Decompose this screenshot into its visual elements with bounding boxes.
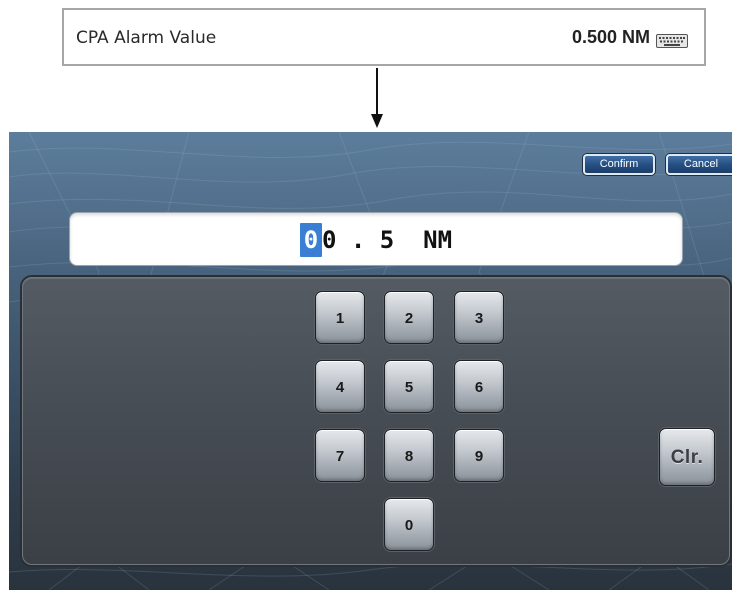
key-5[interactable]: 5 — [384, 360, 434, 413]
value-display: 00 . 5 NM — [69, 212, 683, 266]
key-4[interactable]: 4 — [315, 360, 365, 413]
confirm-button[interactable]: Confirm — [583, 154, 655, 175]
cancel-button[interactable]: Cancel — [666, 154, 732, 175]
cursor-digit[interactable]: 0 — [299, 223, 322, 257]
keyboard-icon[interactable] — [656, 34, 688, 48]
setting-label: CPA Alarm Value — [76, 28, 217, 48]
numeric-entry-screen: Confirm Cancel 00 . 5 NM 1 2 3 4 5 6 7 8… — [9, 132, 732, 590]
setting-value: 0.500 NM — [571, 27, 650, 47]
value-rest: 0 . 5 NM — [321, 226, 453, 254]
keypad-panel: 1 2 3 4 5 6 7 8 9 0 Clr. — [22, 277, 730, 565]
key-9[interactable]: 9 — [454, 429, 504, 482]
key-6[interactable]: 6 — [454, 360, 504, 413]
key-8[interactable]: 8 — [384, 429, 434, 482]
key-7[interactable]: 7 — [315, 429, 365, 482]
cpa-alarm-setting-row[interactable]: CPA Alarm Value 0.500 NM — [62, 8, 706, 66]
clear-button[interactable]: Clr. — [659, 428, 715, 486]
key-2[interactable]: 2 — [384, 291, 434, 344]
key-0[interactable]: 0 — [384, 498, 434, 551]
key-1[interactable]: 1 — [315, 291, 365, 344]
key-3[interactable]: 3 — [454, 291, 504, 344]
value-text: 00 . 5 NM — [70, 223, 682, 257]
down-arrow-icon — [371, 68, 383, 128]
